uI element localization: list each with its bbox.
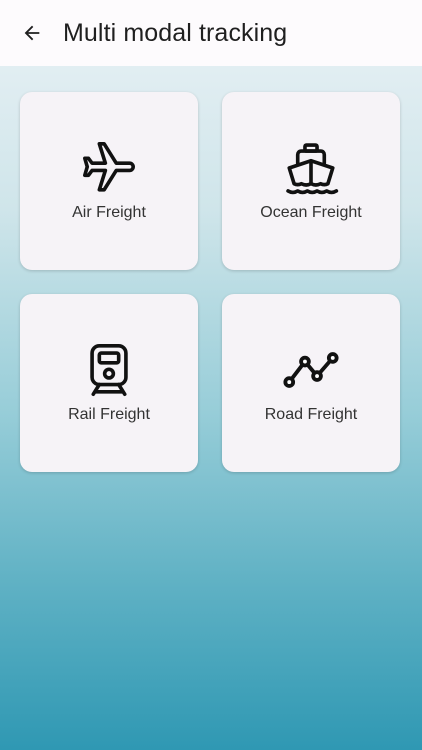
road-freight-card[interactable]: Road Freight [222,294,400,472]
rail-freight-card[interactable]: Rail Freight [20,294,198,472]
rail-freight-label: Rail Freight [68,406,150,423]
road-freight-label: Road Freight [264,406,358,423]
arrow-back-icon [24,25,40,41]
ocean-freight-card[interactable]: Ocean Freight [222,92,400,270]
train-icon [80,341,138,399]
ocean-freight-label: Ocean Freight [260,204,362,221]
freight-grid: Air Freight Ocean Freight Rail Freight R… [20,92,400,472]
back-button[interactable] [18,19,46,47]
page-title: Multi modal tracking [63,18,288,47]
ship-icon [282,139,340,197]
app-bar: Multi modal tracking [0,0,422,66]
air-freight-card[interactable]: Air Freight [20,92,198,270]
air-freight-label: Air Freight [72,204,146,221]
airplane-icon [80,139,138,197]
route-line-icon [282,341,340,399]
